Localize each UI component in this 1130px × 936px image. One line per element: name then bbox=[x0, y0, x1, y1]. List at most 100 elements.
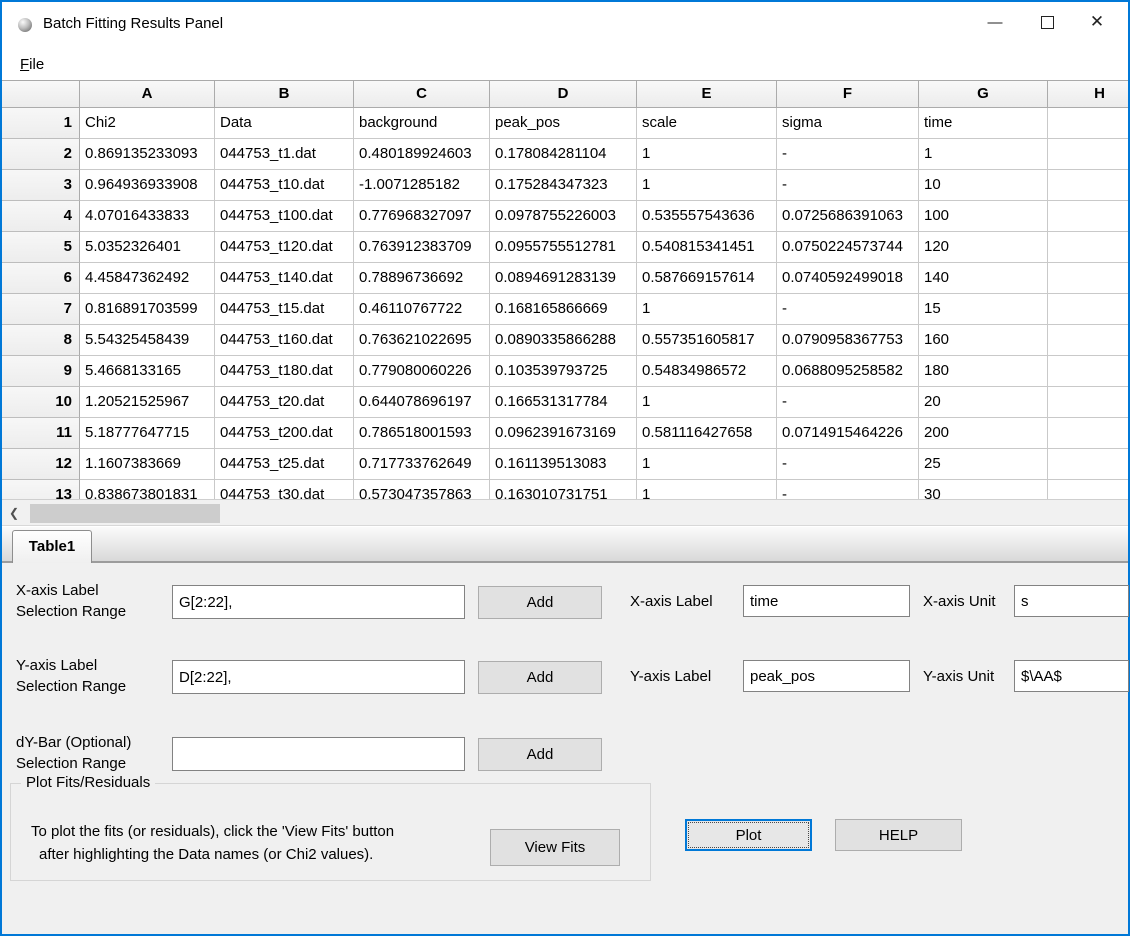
table-cell[interactable]: 0.557351605817 bbox=[637, 325, 777, 356]
table-cell[interactable]: 044753_t200.dat bbox=[215, 418, 354, 449]
table-cell[interactable]: scale bbox=[637, 108, 777, 139]
table-cell[interactable]: 0.816891703599 bbox=[80, 294, 215, 325]
y-range-add-button[interactable]: Add bbox=[478, 661, 602, 694]
table-cell[interactable]: 0.168165866669 bbox=[490, 294, 637, 325]
table-cell[interactable]: 1 bbox=[637, 170, 777, 201]
table-cell[interactable]: 0.0740592499018 bbox=[777, 263, 919, 294]
table-cell[interactable]: 1 bbox=[637, 139, 777, 170]
table-cell[interactable]: 0.78896736692 bbox=[354, 263, 490, 294]
table-cell[interactable]: 0.0962391673169 bbox=[490, 418, 637, 449]
row-header[interactable]: 7 bbox=[2, 294, 80, 325]
menu-file[interactable]: File bbox=[16, 54, 48, 75]
table-cell[interactable]: 0.763621022695 bbox=[354, 325, 490, 356]
table-cell[interactable]: 0.0714915464226 bbox=[777, 418, 919, 449]
table-cell[interactable]: 0.0978755226003 bbox=[490, 201, 637, 232]
table-cell[interactable]: 5.18777647715 bbox=[80, 418, 215, 449]
table-cell[interactable]: 0.0790958367753 bbox=[777, 325, 919, 356]
row-header[interactable]: 5 bbox=[2, 232, 80, 263]
row-header[interactable]: 13 bbox=[2, 480, 80, 499]
maximize-button[interactable] bbox=[1024, 2, 1070, 42]
table-cell[interactable]: 30 bbox=[919, 480, 1048, 499]
table-cell[interactable] bbox=[1048, 356, 1128, 387]
grid-scrollbar-thumb[interactable] bbox=[30, 504, 220, 523]
table-cell[interactable]: - bbox=[777, 294, 919, 325]
table-cell[interactable]: 0.838673801831 bbox=[80, 480, 215, 499]
table-cell[interactable]: 0.776968327097 bbox=[354, 201, 490, 232]
table-cell[interactable]: 5.4668133165 bbox=[80, 356, 215, 387]
table-cell[interactable]: 1 bbox=[637, 449, 777, 480]
x-axis-label-input[interactable] bbox=[743, 585, 910, 617]
plot-button[interactable]: Plot bbox=[685, 819, 812, 851]
table-cell[interactable] bbox=[1048, 139, 1128, 170]
table-cell[interactable]: 0.573047357863 bbox=[354, 480, 490, 499]
table-cell[interactable]: 0.480189924603 bbox=[354, 139, 490, 170]
table-cell[interactable]: 0.535557543636 bbox=[637, 201, 777, 232]
app-icon[interactable] bbox=[18, 18, 32, 32]
row-header[interactable]: 2 bbox=[2, 139, 80, 170]
row-header[interactable]: 3 bbox=[2, 170, 80, 201]
grid-horizontal-scrollbar[interactable]: ❮ bbox=[2, 499, 1128, 526]
table-cell[interactable]: 1.20521525967 bbox=[80, 387, 215, 418]
table-cell[interactable]: 0.166531317784 bbox=[490, 387, 637, 418]
table-cell[interactable]: 044753_t180.dat bbox=[215, 356, 354, 387]
row-header[interactable]: 9 bbox=[2, 356, 80, 387]
table-cell[interactable]: 044753_t140.dat bbox=[215, 263, 354, 294]
table-cell[interactable] bbox=[1048, 325, 1128, 356]
table-cell[interactable]: 100 bbox=[919, 201, 1048, 232]
y-range-input[interactable] bbox=[172, 660, 465, 694]
row-header[interactable]: 6 bbox=[2, 263, 80, 294]
table-cell[interactable]: 0.163010731751 bbox=[490, 480, 637, 499]
minimize-button[interactable]: — bbox=[972, 2, 1018, 42]
table-cell[interactable] bbox=[1048, 170, 1128, 201]
table-cell[interactable] bbox=[1048, 263, 1128, 294]
column-header-e[interactable]: E bbox=[637, 81, 777, 108]
table-cell[interactable] bbox=[1048, 387, 1128, 418]
table-cell[interactable]: 044753_t20.dat bbox=[215, 387, 354, 418]
row-header[interactable]: 1 bbox=[2, 108, 80, 139]
table-cell[interactable]: 044753_t30.dat bbox=[215, 480, 354, 499]
table-cell[interactable]: sigma bbox=[777, 108, 919, 139]
table-cell[interactable]: - bbox=[777, 449, 919, 480]
table-cell[interactable]: peak_pos bbox=[490, 108, 637, 139]
table-cell[interactable]: 0.0688095258582 bbox=[777, 356, 919, 387]
table-cell[interactable]: 044753_t120.dat bbox=[215, 232, 354, 263]
table-cell[interactable] bbox=[1048, 418, 1128, 449]
table-cell[interactable]: 0.178084281104 bbox=[490, 139, 637, 170]
table-cell[interactable]: 0.54834986572 bbox=[637, 356, 777, 387]
table-cell[interactable]: 0.0955755512781 bbox=[490, 232, 637, 263]
table-cell[interactable]: 1 bbox=[919, 139, 1048, 170]
table-cell[interactable]: 140 bbox=[919, 263, 1048, 294]
table-cell[interactable]: 200 bbox=[919, 418, 1048, 449]
row-header[interactable]: 12 bbox=[2, 449, 80, 480]
table-cell[interactable] bbox=[1048, 232, 1128, 263]
table-cell[interactable]: 0.0890335866288 bbox=[490, 325, 637, 356]
table-cell[interactable]: 1 bbox=[637, 387, 777, 418]
row-header[interactable]: 8 bbox=[2, 325, 80, 356]
table-cell[interactable]: 0.964936933908 bbox=[80, 170, 215, 201]
table-cell[interactable]: 5.54325458439 bbox=[80, 325, 215, 356]
close-button[interactable]: ✕ bbox=[1074, 2, 1120, 42]
table-cell[interactable] bbox=[1048, 480, 1128, 499]
table-cell[interactable]: -1.0071285182 bbox=[354, 170, 490, 201]
column-header-h[interactable]: H bbox=[1048, 81, 1128, 108]
y-axis-unit-input[interactable] bbox=[1014, 660, 1129, 692]
table-cell[interactable]: 25 bbox=[919, 449, 1048, 480]
table-cell[interactable]: - bbox=[777, 480, 919, 499]
table-cell[interactable]: 180 bbox=[919, 356, 1048, 387]
table-cell[interactable]: 1 bbox=[637, 480, 777, 499]
dy-range-input[interactable] bbox=[172, 737, 465, 771]
table-cell[interactable]: 120 bbox=[919, 232, 1048, 263]
column-header-f[interactable]: F bbox=[777, 81, 919, 108]
table-cell[interactable] bbox=[1048, 294, 1128, 325]
column-header-b[interactable]: B bbox=[215, 81, 354, 108]
table-cell[interactable]: 0.644078696197 bbox=[354, 387, 490, 418]
table-cell[interactable]: 160 bbox=[919, 325, 1048, 356]
table-cell[interactable] bbox=[1048, 108, 1128, 139]
table-cell[interactable]: 15 bbox=[919, 294, 1048, 325]
table-cell[interactable]: - bbox=[777, 170, 919, 201]
table-cell[interactable]: 0.869135233093 bbox=[80, 139, 215, 170]
table-cell[interactable]: 044753_t15.dat bbox=[215, 294, 354, 325]
column-header-c[interactable]: C bbox=[354, 81, 490, 108]
x-range-input[interactable] bbox=[172, 585, 465, 619]
table-cell[interactable]: 044753_t1.dat bbox=[215, 139, 354, 170]
